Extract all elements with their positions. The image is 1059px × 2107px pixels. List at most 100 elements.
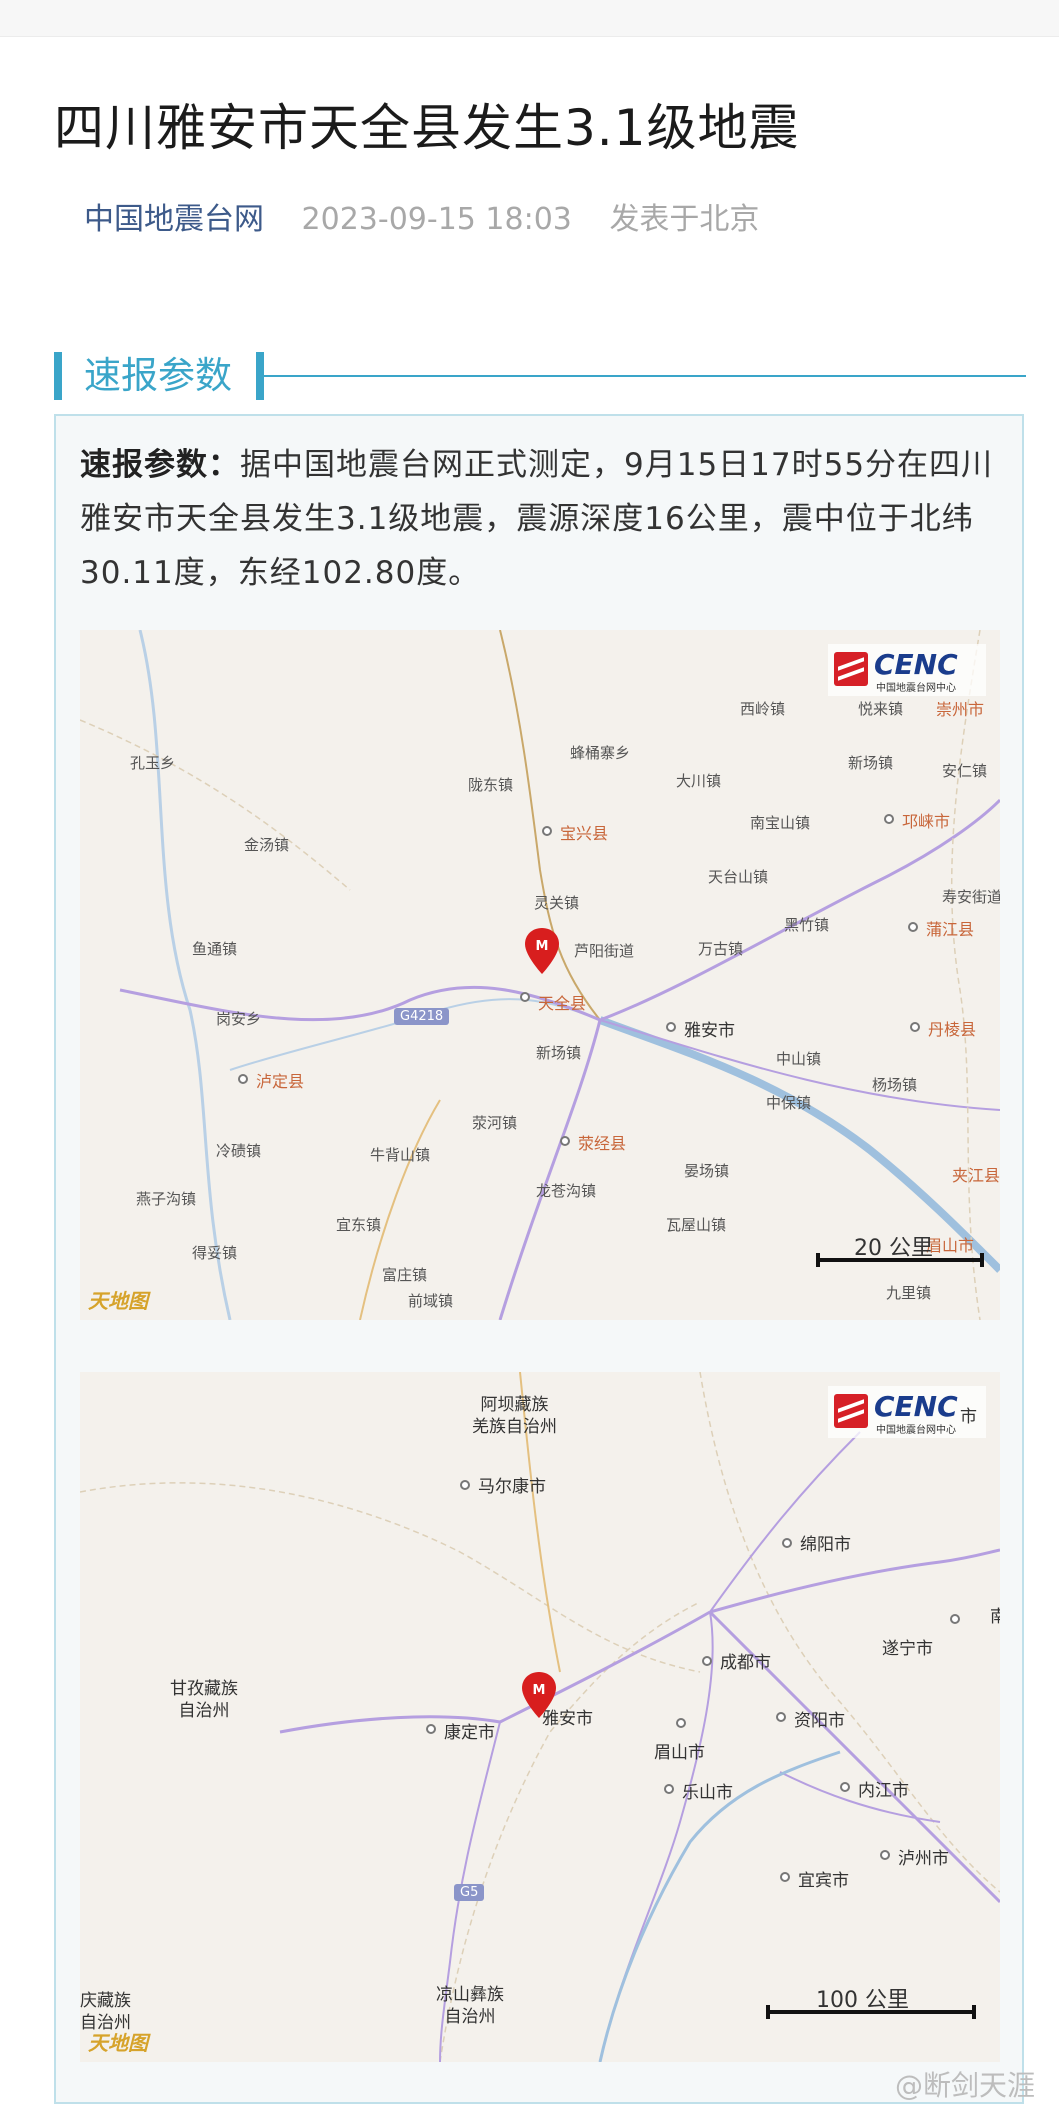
prefecture-label: 阿坝藏族 羌族自治州 bbox=[472, 1395, 557, 1437]
city-label: 南 bbox=[990, 1607, 1000, 1627]
city-label: 绵阳市 bbox=[800, 1535, 851, 1555]
place-label: 富庄镇 bbox=[382, 1266, 428, 1284]
county-label: 丹棱县 bbox=[928, 1020, 977, 1039]
town-marker bbox=[884, 814, 894, 824]
county-label: 宝兴县 bbox=[560, 824, 609, 843]
city-marker bbox=[460, 1480, 470, 1490]
county-label: 邛崃市 bbox=[902, 812, 951, 831]
scale-tick bbox=[972, 2005, 976, 2019]
place-label: 寿安街道 bbox=[942, 888, 1000, 906]
place-label: 悦来镇 bbox=[858, 700, 904, 718]
place-label: 晏场镇 bbox=[684, 1162, 730, 1180]
cenc-logo: CENC 中国地震台网中心 bbox=[828, 644, 986, 696]
place-label: 市 bbox=[960, 1407, 977, 1427]
place-label: 陇东镇 bbox=[468, 776, 514, 794]
place-label: 西岭镇 bbox=[740, 700, 786, 718]
place-label: 大川镇 bbox=[676, 772, 722, 790]
place-label: 龙苍沟镇 bbox=[536, 1182, 597, 1200]
place-label: 牛背山镇 bbox=[370, 1146, 431, 1164]
tianditu-logo: 天地图 bbox=[88, 2031, 148, 2055]
article-source-link[interactable]: 中国地震台网 bbox=[84, 202, 264, 237]
county-label: 泸定县 bbox=[256, 1072, 305, 1091]
place-label: 冷碛镇 bbox=[216, 1142, 262, 1160]
city-marker bbox=[702, 1656, 712, 1666]
epicenter-pin-icon[interactable]: M bbox=[525, 928, 559, 974]
epicenter-local-map[interactable]: CENC 中国地震台网中心 孔玉乡 金汤镇 鱼通镇 岗安乡 泸定县 冷碛镇 燕子… bbox=[80, 630, 1000, 1320]
city-label: 宜宾市 bbox=[798, 1871, 849, 1891]
town-marker bbox=[542, 826, 552, 836]
highway-shield: G4218 bbox=[394, 1008, 450, 1025]
city-label: 马尔康市 bbox=[478, 1477, 546, 1497]
place-label: 中山镇 bbox=[776, 1050, 822, 1068]
report-panel: 速报参数：据中国地震台网正式测定，9月15日17时55分在四川雅安市天全县发生3… bbox=[54, 414, 1024, 2104]
article-location: 发表于北京 bbox=[609, 202, 760, 237]
city-label: 遂宁市 bbox=[882, 1639, 933, 1659]
highway-shield: G5 bbox=[454, 1884, 485, 1901]
section-title: 速报参数 bbox=[84, 354, 232, 397]
city-label: 泸州市 bbox=[898, 1849, 949, 1869]
section-bar-left bbox=[54, 352, 62, 400]
epicenter-pin-icon[interactable]: M bbox=[522, 1672, 556, 1718]
city-marker bbox=[664, 1784, 674, 1794]
county-label: 夹江县 bbox=[952, 1166, 1000, 1185]
scale-line bbox=[766, 2010, 976, 2014]
town-marker bbox=[520, 992, 530, 1002]
place-label: 金汤镇 bbox=[244, 836, 290, 854]
section-divider-line bbox=[264, 375, 1026, 377]
city-label: 乐山市 bbox=[682, 1783, 733, 1803]
place-label: 得妥镇 bbox=[192, 1244, 238, 1262]
cenc-logo-text: CENC bbox=[874, 1390, 958, 1423]
city-marker bbox=[880, 1850, 890, 1860]
prefecture-label: 凉山彝族 自治州 bbox=[436, 1985, 504, 2027]
map-base-roads bbox=[80, 630, 1000, 1320]
city-label: 成都市 bbox=[720, 1653, 771, 1673]
place-label: 芦阳街道 bbox=[574, 942, 635, 960]
article-title: 四川雅安市天全县发生3.1级地震 bbox=[54, 99, 800, 157]
cenc-logo-mark-icon bbox=[834, 652, 868, 686]
county-label: 蒲江县 bbox=[926, 920, 975, 939]
scale-tick bbox=[980, 1253, 984, 1267]
city-marker bbox=[780, 1872, 790, 1882]
section-header: 速报参数 bbox=[54, 352, 1026, 404]
svg-text:M: M bbox=[536, 939, 549, 954]
article-meta: 中国地震台网 2023-09-15 18:03 发表于北京 bbox=[84, 194, 759, 238]
place-label: 九里镇 bbox=[886, 1284, 932, 1302]
epicenter-regional-map[interactable]: CENC 中国地震台网中心 市 阿坝藏族 羌族自治州 马尔康市 甘孜藏族 自治州… bbox=[80, 1372, 1000, 2062]
place-label: 灵关镇 bbox=[534, 894, 580, 912]
place-label: 前域镇 bbox=[408, 1292, 454, 1310]
town-marker bbox=[908, 922, 918, 932]
city-marker bbox=[426, 1724, 436, 1734]
place-label: 瓦屋山镇 bbox=[666, 1216, 727, 1234]
city-label: 资阳市 bbox=[794, 1711, 845, 1731]
article-time: 2023-09-15 18:03 bbox=[301, 202, 572, 237]
place-label: 新场镇 bbox=[848, 754, 894, 772]
cenc-logo-text: CENC bbox=[874, 648, 958, 681]
town-marker bbox=[560, 1136, 570, 1146]
map-scale-bar: 20 公里 bbox=[816, 1230, 984, 1270]
tianditu-logo: 天地图 bbox=[88, 1289, 148, 1313]
svg-text:M: M bbox=[533, 1683, 546, 1698]
county-label: 天全县 bbox=[538, 994, 587, 1013]
place-label: 天台山镇 bbox=[708, 868, 769, 886]
place-label: 孔玉乡 bbox=[130, 754, 176, 772]
city-marker bbox=[782, 1538, 792, 1548]
place-label: 安仁镇 bbox=[942, 762, 988, 780]
city-marker bbox=[776, 1712, 786, 1722]
cenc-logo-mark-icon bbox=[834, 1394, 868, 1428]
city-marker bbox=[840, 1782, 850, 1792]
city-label: 康定市 bbox=[444, 1723, 495, 1743]
county-label: 崇州市 bbox=[936, 700, 985, 719]
cenc-logo-subtitle: 中国地震台网中心 bbox=[876, 1425, 956, 1436]
place-label: 蜂桶寨乡 bbox=[570, 744, 631, 762]
place-label: 中保镇 bbox=[766, 1094, 812, 1112]
place-label: 万古镇 bbox=[698, 940, 744, 958]
place-label: 杨场镇 bbox=[872, 1076, 918, 1094]
place-label: 新场镇 bbox=[536, 1044, 582, 1062]
city-marker bbox=[676, 1718, 686, 1728]
place-label: 黑竹镇 bbox=[784, 916, 830, 934]
county-label: 荥经县 bbox=[578, 1134, 627, 1153]
town-marker bbox=[238, 1074, 248, 1084]
city-marker bbox=[666, 1022, 676, 1032]
city-label: 内江市 bbox=[858, 1781, 909, 1801]
place-label: 岗安乡 bbox=[216, 1010, 262, 1028]
